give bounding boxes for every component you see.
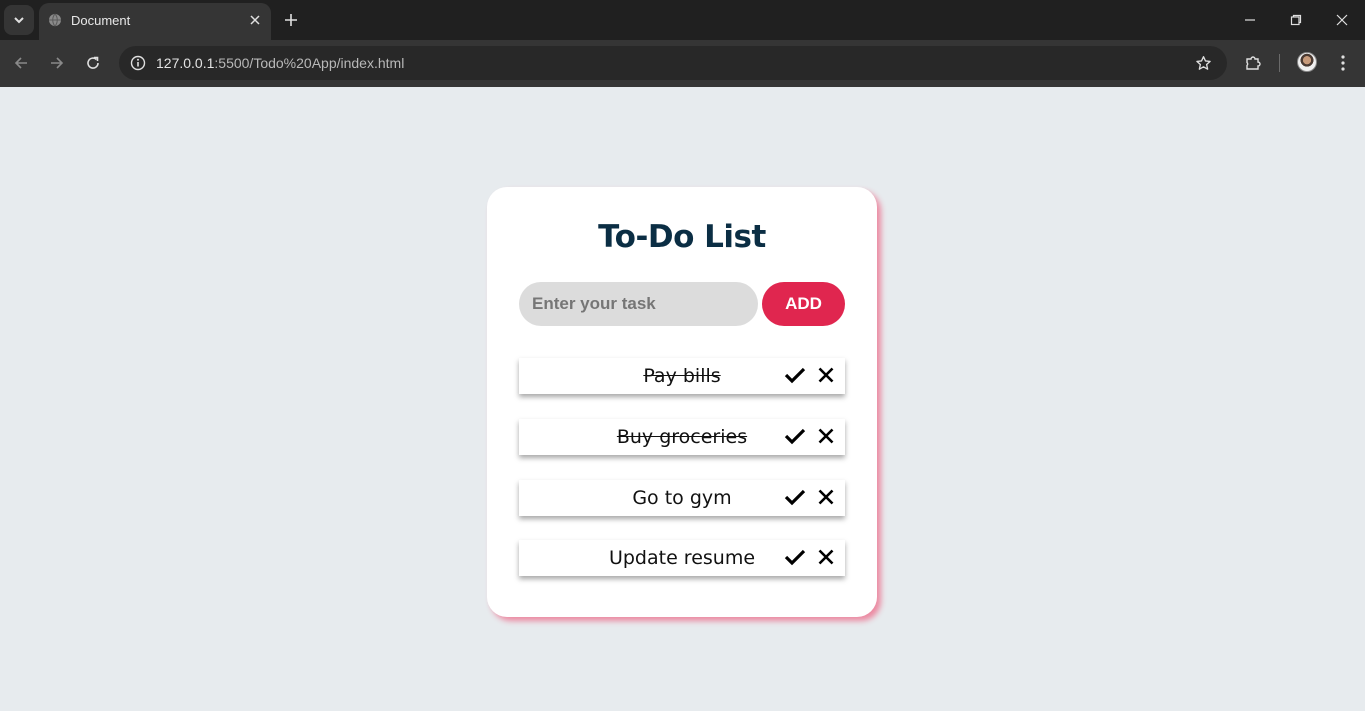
check-icon[interactable] bbox=[784, 546, 806, 568]
check-icon[interactable] bbox=[784, 425, 806, 447]
new-tab-button[interactable] bbox=[281, 10, 301, 30]
todo-item: Go to gym bbox=[519, 480, 845, 516]
restore-button[interactable] bbox=[1286, 10, 1306, 30]
page-title: To-Do List bbox=[598, 219, 766, 255]
globe-icon bbox=[48, 13, 62, 27]
url-text: 127.0.0.1:5500/Todo%20App/index.html bbox=[156, 55, 404, 71]
todo-item: Update resume bbox=[519, 540, 845, 576]
browser-tab[interactable]: Document bbox=[39, 3, 271, 40]
url-path: :5500/Todo%20App/index.html bbox=[214, 55, 405, 71]
reload-icon bbox=[87, 56, 99, 69]
toolbar-divider bbox=[1279, 54, 1280, 72]
close-icon[interactable] bbox=[816, 547, 836, 567]
url-host: 127.0.0.1 bbox=[156, 55, 215, 71]
puzzle-icon bbox=[1246, 56, 1261, 70]
address-bar[interactable]: 127.0.0.1:5500/Todo%20App/index.html bbox=[119, 46, 1227, 80]
close-icon[interactable] bbox=[816, 426, 836, 446]
browser-tab-bar: Document bbox=[0, 0, 1365, 40]
profile-avatar[interactable] bbox=[1297, 52, 1317, 72]
close-icon bbox=[1336, 14, 1348, 26]
close-window-button[interactable] bbox=[1332, 10, 1352, 30]
minimize-button[interactable] bbox=[1240, 10, 1260, 30]
close-icon[interactable] bbox=[816, 487, 836, 507]
check-icon[interactable] bbox=[784, 486, 806, 508]
check-icon[interactable] bbox=[784, 364, 806, 386]
plus-icon bbox=[285, 14, 297, 26]
todo-item: Pay bills bbox=[519, 358, 845, 394]
arrow-right-icon bbox=[51, 57, 64, 69]
tab-title: Document bbox=[71, 13, 131, 28]
close-icon[interactable] bbox=[816, 365, 836, 385]
add-task-button[interactable]: ADD bbox=[762, 282, 845, 326]
chevron-down-icon bbox=[14, 17, 24, 24]
todo-card: To-Do List ADD Pay bills Buy groceries G… bbox=[487, 187, 877, 617]
tab-close-icon[interactable] bbox=[247, 12, 263, 28]
kebab-menu-icon bbox=[1341, 55, 1345, 71]
minimize-icon bbox=[1245, 19, 1255, 21]
forward-button[interactable] bbox=[46, 52, 68, 74]
back-button[interactable] bbox=[10, 52, 32, 74]
browser-menu-button[interactable] bbox=[1332, 52, 1354, 74]
tab-search-button[interactable] bbox=[4, 5, 34, 35]
todo-item: Buy groceries bbox=[519, 419, 845, 455]
info-icon[interactable] bbox=[127, 52, 149, 74]
reload-button[interactable] bbox=[82, 52, 104, 74]
bookmark-star-icon[interactable] bbox=[1193, 53, 1213, 73]
arrow-left-icon bbox=[14, 57, 27, 69]
task-input[interactable] bbox=[519, 282, 758, 326]
browser-toolbar: 127.0.0.1:5500/Todo%20App/index.html bbox=[0, 40, 1365, 87]
extensions-button[interactable] bbox=[1242, 52, 1264, 74]
restore-icon bbox=[1290, 14, 1302, 26]
